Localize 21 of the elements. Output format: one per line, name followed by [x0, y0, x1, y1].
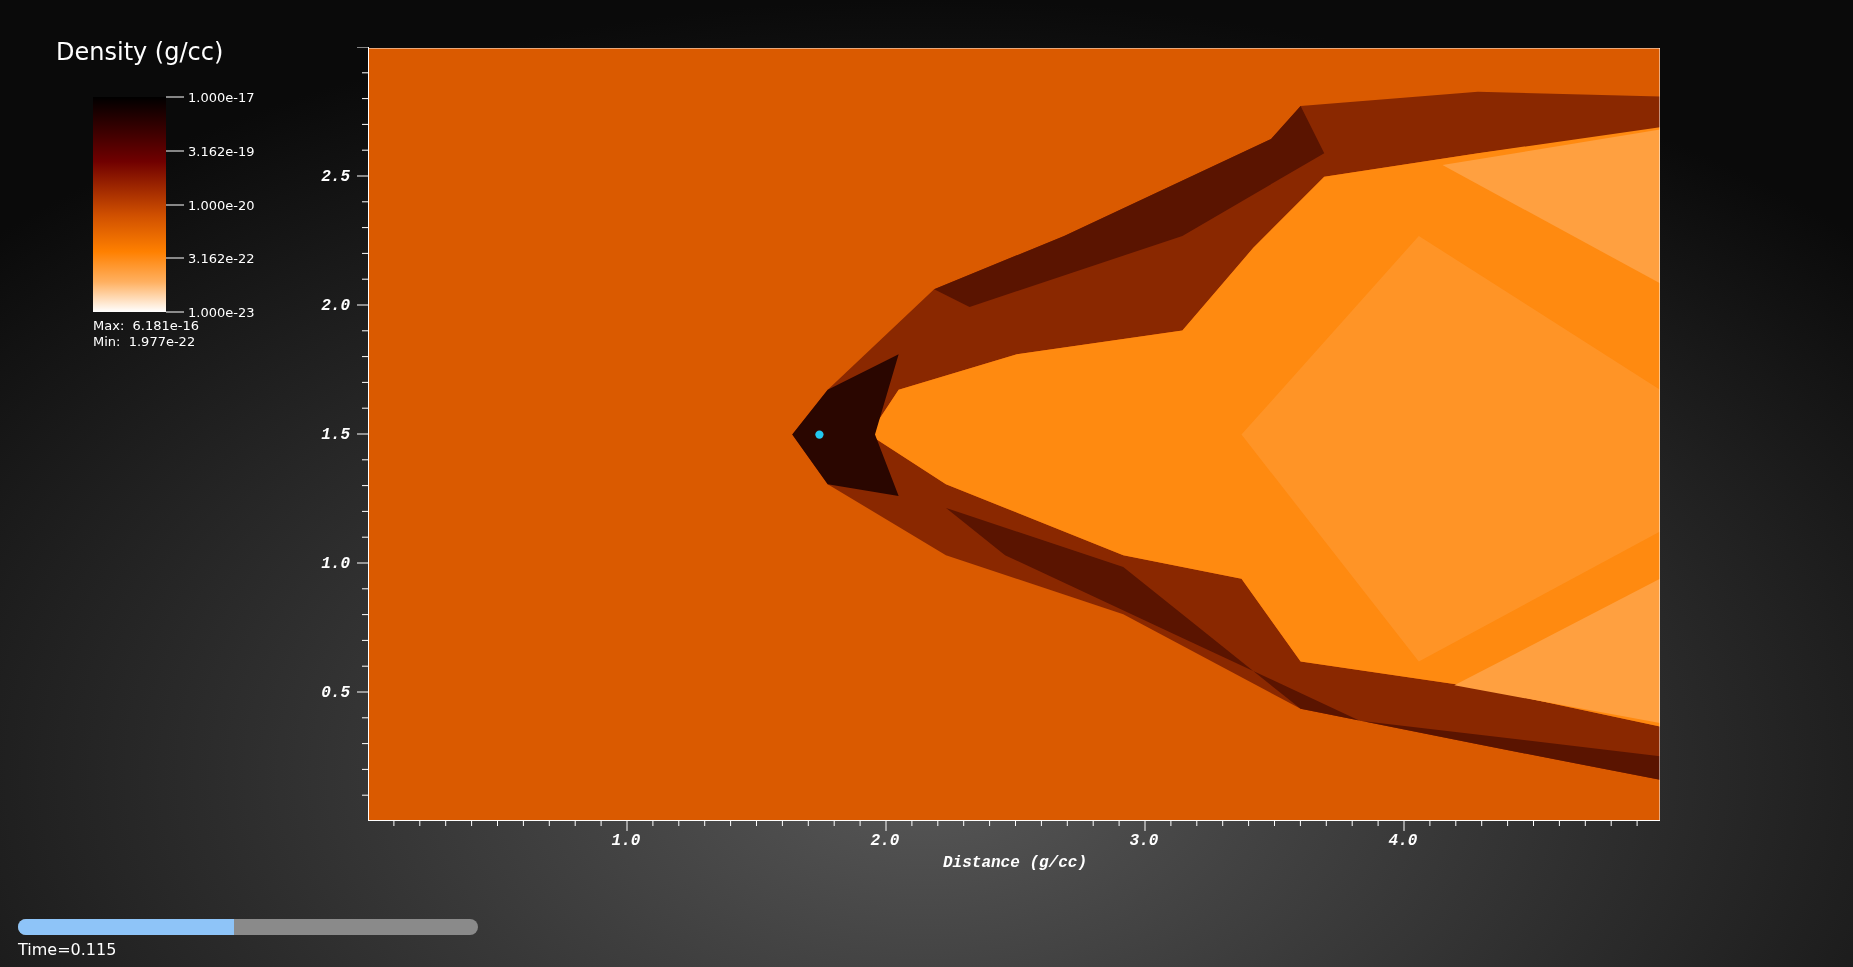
- min-value-label: Min: 1.977e-22: [93, 334, 196, 350]
- y-tick-label: 1.5: [321, 426, 350, 444]
- legend-tick-label: 3.162e-22: [188, 250, 255, 266]
- legend-title: Density (g/cc): [56, 38, 224, 66]
- max-value-label: Max: 6.181e-16: [93, 318, 199, 334]
- x-tick-label: 1.0: [611, 832, 641, 850]
- y-tick-label: 2.5: [321, 168, 350, 186]
- y-tick-label: 2.0: [321, 297, 350, 315]
- legend-tick-label: 3.162e-19: [188, 143, 255, 159]
- legend-tick-label: 1.000e-23: [188, 304, 255, 320]
- legend-tick-label: 1.000e-17: [188, 89, 255, 105]
- x-axis-label: Distance (g/cc): [943, 854, 1087, 872]
- x-tick-label: 3.0: [1129, 832, 1159, 850]
- time-slider[interactable]: [18, 919, 478, 935]
- x-tick-label: 2.0: [870, 832, 900, 850]
- x-tick-label: 4.0: [1388, 832, 1418, 850]
- y-tick-label: 0.5: [321, 684, 350, 702]
- star-point: [815, 430, 824, 439]
- y-tick-label: 1.0: [321, 555, 350, 573]
- time-label: Time=0.115: [18, 940, 117, 959]
- legend-tick-label: 1.000e-20: [188, 197, 255, 212]
